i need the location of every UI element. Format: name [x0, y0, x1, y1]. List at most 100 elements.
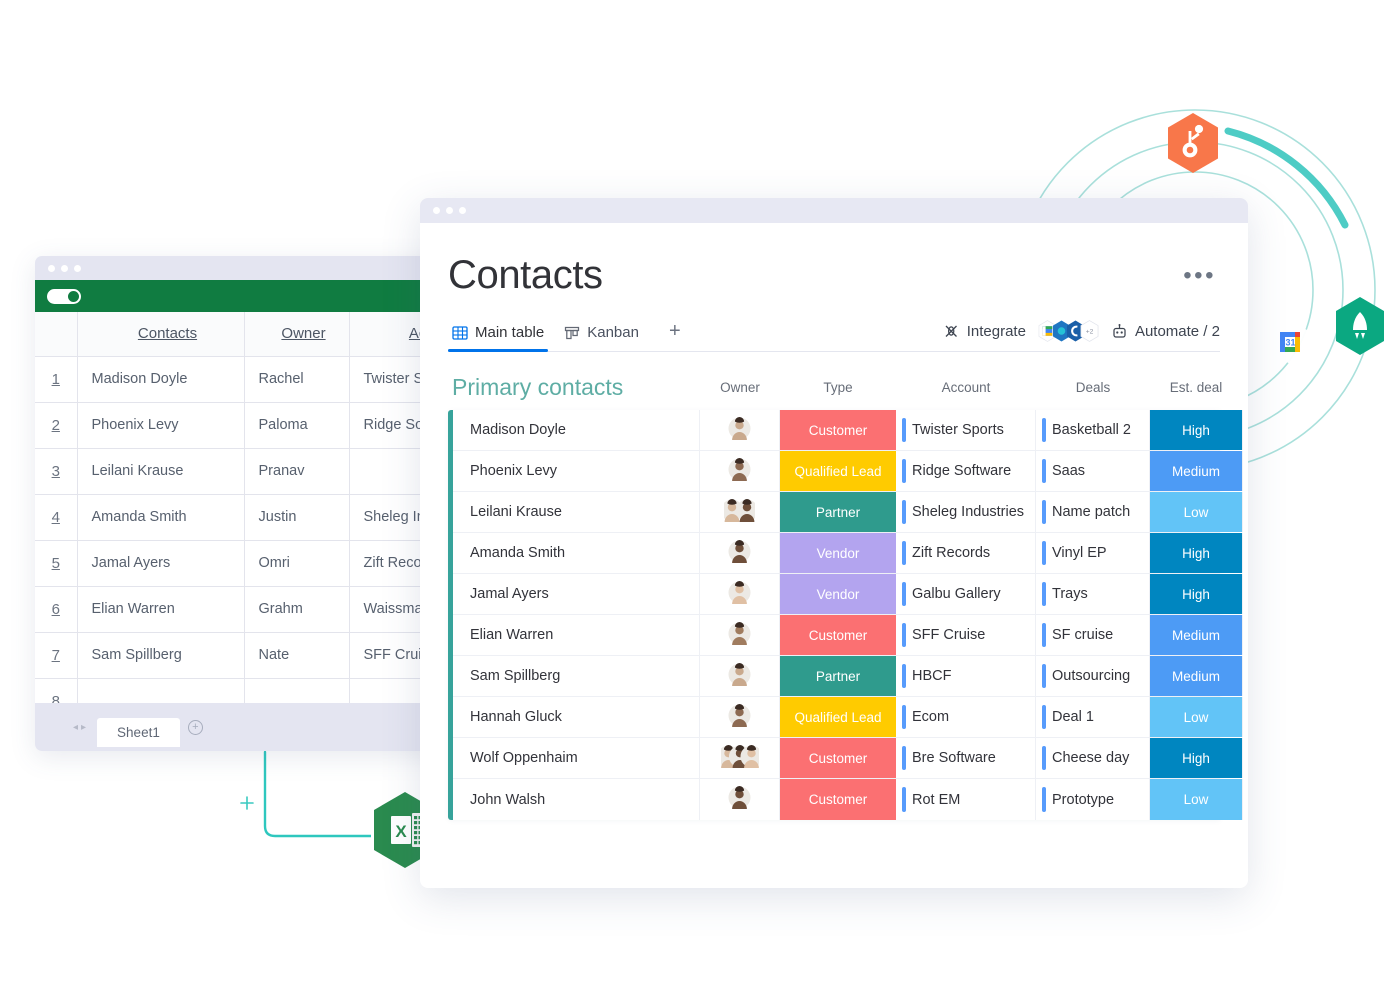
cell-owner[interactable]: Nate: [244, 632, 350, 679]
table-row[interactable]: Hannah Gluck Qualified Lead Ecom Deal 1 Low: [453, 697, 1243, 738]
cell-est-deal[interactable]: High: [1150, 738, 1242, 778]
cell-owner-avatar[interactable]: [700, 779, 780, 820]
cell-owner-avatar[interactable]: [700, 574, 780, 614]
cell-contact[interactable]: Leilani Krause: [77, 448, 245, 495]
column-header-type[interactable]: Type: [780, 380, 896, 395]
group-title[interactable]: Primary contacts: [452, 374, 700, 401]
cell-deal[interactable]: Trays: [1036, 574, 1150, 614]
table-row[interactable]: Sam Spillberg Partner HBCF Outsourcing Mediu…: [453, 656, 1243, 697]
cell-est-deal[interactable]: High: [1150, 533, 1242, 573]
cell-type-badge[interactable]: Qualified Lead: [780, 697, 896, 737]
table-row[interactable]: 4 Amanda Smith Justin Sheleg Industries: [35, 494, 465, 541]
add-column-button[interactable]: +: [1242, 377, 1248, 399]
cell-type-badge[interactable]: Customer: [780, 410, 896, 450]
cell-owner-avatar[interactable]: [700, 615, 780, 655]
table-row[interactable]: 5 Jamal Ayers Omri Zift Records: [35, 540, 465, 587]
cell-account[interactable]: Sheleg Industries: [896, 492, 1036, 532]
cell-contact-name[interactable]: Jamal Ayers: [453, 574, 700, 614]
sheet-tab-sheet1[interactable]: Sheet1: [97, 717, 180, 747]
sheet-col-owner[interactable]: Owner: [244, 312, 350, 357]
cell-contact[interactable]: Amanda Smith: [77, 494, 245, 541]
cell-owner[interactable]: Paloma: [244, 402, 350, 449]
automate-button[interactable]: Automate / 2: [1111, 323, 1220, 340]
cell-contact[interactable]: Phoenix Levy: [77, 402, 245, 449]
row-index[interactable]: 1: [35, 356, 78, 403]
cell-owner[interactable]: Rachel: [244, 356, 350, 403]
cell-owner[interactable]: Grahm: [244, 586, 350, 633]
cell-account[interactable]: Galbu Gallery: [896, 574, 1036, 614]
cell-account[interactable]: Ridge Software: [896, 451, 1036, 491]
integration-app-icons[interactable]: +2: [1038, 320, 1099, 342]
avatar[interactable]: [717, 744, 762, 772]
cell-est-deal[interactable]: Medium: [1150, 615, 1242, 655]
overflow-menu-icon[interactable]: •••: [1183, 263, 1220, 287]
avatar[interactable]: [728, 703, 751, 731]
cell-account[interactable]: Zift Records: [896, 533, 1036, 573]
cell-est-deal[interactable]: High: [1150, 410, 1242, 450]
table-row[interactable]: Elian Warren Customer SFF Cruise SF cruise M…: [453, 615, 1243, 656]
row-index[interactable]: 4: [35, 494, 78, 541]
table-row[interactable]: Phoenix Levy Qualified Lead Ridge Software…: [453, 451, 1243, 492]
sheet-nav-arrows[interactable]: ◂▸: [73, 722, 89, 733]
cell-account[interactable]: SFF Cruise: [896, 615, 1036, 655]
cell-contact-name[interactable]: John Walsh: [453, 779, 700, 820]
cell-contact-name[interactable]: Sam Spillberg: [453, 656, 700, 696]
cell-owner[interactable]: Pranav: [244, 448, 350, 495]
row-index[interactable]: 2: [35, 402, 78, 449]
table-row[interactable]: Wolf Oppenhaim Customer Bre Software Cheese…: [453, 738, 1243, 779]
row-index[interactable]: 7: [35, 632, 78, 679]
cell-contact[interactable]: Jamal Ayers: [77, 540, 245, 587]
cell-est-deal[interactable]: Low: [1150, 697, 1242, 737]
table-row[interactable]: 3 Leilani Krause Pranav: [35, 448, 465, 495]
cell-type-badge[interactable]: Customer: [780, 615, 896, 655]
window-dot-minimize[interactable]: [446, 207, 453, 214]
cell-est-deal[interactable]: High: [1150, 574, 1242, 614]
table-row[interactable]: 2 Phoenix Levy Paloma Ridge Software: [35, 402, 465, 449]
table-row[interactable]: Madison Doyle Customer Twister Sports Baske…: [453, 410, 1243, 451]
table-row[interactable]: 7 Sam Spillberg Nate SFF Cruise: [35, 632, 465, 679]
cell-owner-avatar[interactable]: [700, 451, 780, 491]
cell-owner-avatar[interactable]: [700, 533, 780, 573]
add-tab-button[interactable]: +: [655, 320, 695, 351]
column-header-account[interactable]: Account: [896, 380, 1036, 395]
cell-owner-avatar[interactable]: [700, 410, 780, 450]
cell-owner[interactable]: Omri: [244, 540, 350, 587]
window-dot-close[interactable]: [433, 207, 440, 214]
cell-contact-name[interactable]: Hannah Gluck: [453, 697, 700, 737]
cell-account[interactable]: Bre Software: [896, 738, 1036, 778]
cell-contact-name[interactable]: Amanda Smith: [453, 533, 700, 573]
cell-type-badge[interactable]: Vendor: [780, 574, 896, 614]
table-row[interactable]: Amanda Smith Vendor Zift Records Vinyl EP Hi…: [453, 533, 1243, 574]
cell-contact-name[interactable]: Leilani Krause: [453, 492, 700, 532]
tab-kanban[interactable]: Kanban: [560, 320, 651, 351]
cell-contact-name[interactable]: Elian Warren: [453, 615, 700, 655]
cell-deal[interactable]: Outsourcing: [1036, 656, 1150, 696]
cell-contact[interactable]: Elian Warren: [77, 586, 245, 633]
cell-est-deal[interactable]: Low: [1150, 492, 1242, 532]
column-header-est-deal[interactable]: Est. deal: [1150, 380, 1242, 395]
add-sheet-icon[interactable]: +: [187, 719, 203, 735]
window-dot-maximize[interactable]: [74, 264, 81, 272]
avatar[interactable]: [728, 539, 751, 567]
row-index[interactable]: 6: [35, 586, 78, 633]
table-row[interactable]: Jamal Ayers Vendor Galbu Gallery Trays High: [453, 574, 1243, 615]
table-row[interactable]: Leilani Krause Partner Sheleg Industries Na…: [453, 492, 1243, 533]
window-dot-close[interactable]: [48, 264, 55, 272]
cell-type-badge[interactable]: Customer: [780, 738, 896, 778]
table-row[interactable]: 1 Madison Doyle Rachel Twister Sports: [35, 356, 465, 403]
cell-owner-avatar[interactable]: [700, 492, 780, 532]
avatar[interactable]: [728, 786, 751, 813]
cell-deal[interactable]: Name patch: [1036, 492, 1150, 532]
avatar[interactable]: [728, 457, 751, 485]
column-header-deals[interactable]: Deals: [1036, 380, 1150, 395]
cell-owner[interactable]: Justin: [244, 494, 350, 541]
cell-est-deal[interactable]: Medium: [1150, 451, 1242, 491]
table-row[interactable]: 6 Elian Warren Grahm Waissman Gallery: [35, 586, 465, 633]
toolbar-toggle[interactable]: [47, 288, 81, 304]
cell-owner-avatar[interactable]: [700, 738, 780, 778]
row-index[interactable]: 5: [35, 540, 78, 587]
cell-est-deal[interactable]: Low: [1150, 779, 1242, 820]
table-row[interactable]: John Walsh Customer Rot EM Prototype Low: [453, 779, 1243, 820]
cell-deal[interactable]: Deal 1: [1036, 697, 1150, 737]
cell-est-deal[interactable]: Medium: [1150, 656, 1242, 696]
